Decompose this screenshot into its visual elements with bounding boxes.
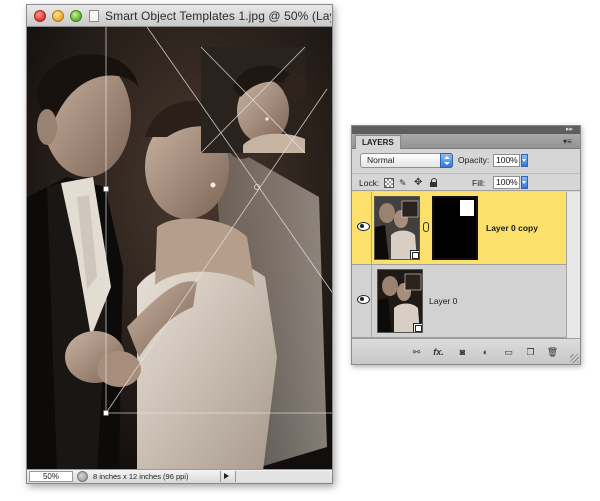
- opacity-field[interactable]: 100%: [493, 154, 520, 167]
- layers-panel-footer: ⚯ fx. ◙ ◐ ▭ ❐ 🗑: [352, 338, 580, 364]
- close-window-icon[interactable]: [34, 10, 46, 22]
- lock-all-icon[interactable]: [429, 178, 439, 188]
- layer-row-layer-0[interactable]: Layer 0: [352, 265, 566, 338]
- layers-scrollbar[interactable]: [566, 192, 580, 338]
- layer-thumbnail[interactable]: [377, 269, 423, 333]
- group-folder-icon[interactable]: ▭: [502, 346, 515, 358]
- mask-link-icon[interactable]: [423, 222, 429, 232]
- add-mask-icon[interactable]: ◙: [456, 346, 469, 358]
- horizontal-scrollbar[interactable]: [235, 471, 331, 482]
- minimize-window-icon[interactable]: [52, 10, 64, 22]
- blend-mode-select[interactable]: Normal: [360, 153, 453, 168]
- opacity-label: Opacity:: [458, 155, 490, 165]
- panel-menu-icon[interactable]: ▾≡: [563, 137, 575, 146]
- fx-icon[interactable]: fx.: [432, 346, 445, 358]
- zoom-window-icon[interactable]: [70, 10, 82, 22]
- layer-list: Layer 0 copy Layer 0: [352, 192, 580, 338]
- wedding-photo: [27, 27, 332, 471]
- layer-mask-thumbnail[interactable]: [432, 196, 478, 260]
- fill-slider-dropdown-icon[interactable]: [521, 176, 528, 189]
- document-window: Smart Object Templates 1.jpg @ 50% (Laye…: [26, 4, 333, 484]
- blend-mode-dropdown-icon[interactable]: [440, 153, 453, 168]
- mask-white-area: [460, 200, 474, 216]
- fill-field[interactable]: 100%: [493, 176, 520, 189]
- adjustment-icon[interactable]: ◐: [479, 346, 492, 358]
- document-statusbar: 50% 8 inches x 12 inches (96 ppi): [27, 469, 332, 483]
- opacity-slider-dropdown-icon[interactable]: [521, 154, 528, 167]
- visibility-divider: [371, 192, 372, 264]
- zoom-level-field[interactable]: 50%: [29, 471, 73, 482]
- lock-row: Lock: ✎ ✥ Fill: 100%: [352, 173, 580, 191]
- link-icon[interactable]: ⚯: [410, 346, 423, 358]
- new-layer-icon[interactable]: ❐: [524, 346, 537, 358]
- document-canvas[interactable]: [27, 27, 332, 471]
- lock-position-icon[interactable]: ✥: [414, 178, 424, 188]
- tab-layers[interactable]: LAYERS: [355, 135, 401, 149]
- smart-object-badge-icon: [410, 250, 419, 259]
- visibility-divider: [371, 265, 372, 337]
- blend-mode-row: Normal Opacity: 100%: [352, 151, 580, 171]
- document-title: Smart Object Templates 1.jpg @ 50% (Laye…: [105, 9, 331, 23]
- blend-mode-value: Normal: [367, 155, 395, 165]
- lock-transparent-pixels-icon[interactable]: [384, 178, 394, 188]
- collapse-panel-icon[interactable]: ▸▸: [566, 126, 574, 134]
- eye-visibility-icon[interactable]: [357, 295, 370, 304]
- layer-row-layer-0-copy[interactable]: Layer 0 copy: [352, 192, 566, 265]
- panel-top-strip[interactable]: ▸▸: [352, 126, 580, 134]
- document-file-icon: [89, 10, 99, 22]
- document-titlebar[interactable]: Smart Object Templates 1.jpg @ 50% (Laye…: [27, 5, 332, 27]
- fill-label: Fill:: [472, 178, 486, 188]
- trash-icon[interactable]: 🗑: [546, 346, 559, 358]
- document-dimensions-text: 8 inches x 12 inches (96 ppi): [93, 472, 189, 481]
- layer-name[interactable]: Layer 0 copy: [486, 223, 538, 233]
- layer-name[interactable]: Layer 0: [429, 296, 457, 306]
- eye-visibility-icon[interactable]: [357, 222, 370, 231]
- layers-panel: ▸▸ LAYERS ▾≡ Normal Opacity: 100% Lock: …: [351, 125, 581, 365]
- layer-thumbnail[interactable]: [374, 196, 420, 260]
- status-menu-arrow-icon[interactable]: [220, 471, 232, 482]
- lock-image-pixels-icon[interactable]: ✎: [399, 178, 409, 188]
- lock-label: Lock:: [359, 178, 380, 188]
- smart-object-badge-icon: [413, 323, 422, 332]
- status-info-icon[interactable]: [77, 471, 88, 482]
- resize-grip-icon[interactable]: [570, 354, 579, 363]
- panel-tab-bar: LAYERS ▾≡: [352, 134, 580, 149]
